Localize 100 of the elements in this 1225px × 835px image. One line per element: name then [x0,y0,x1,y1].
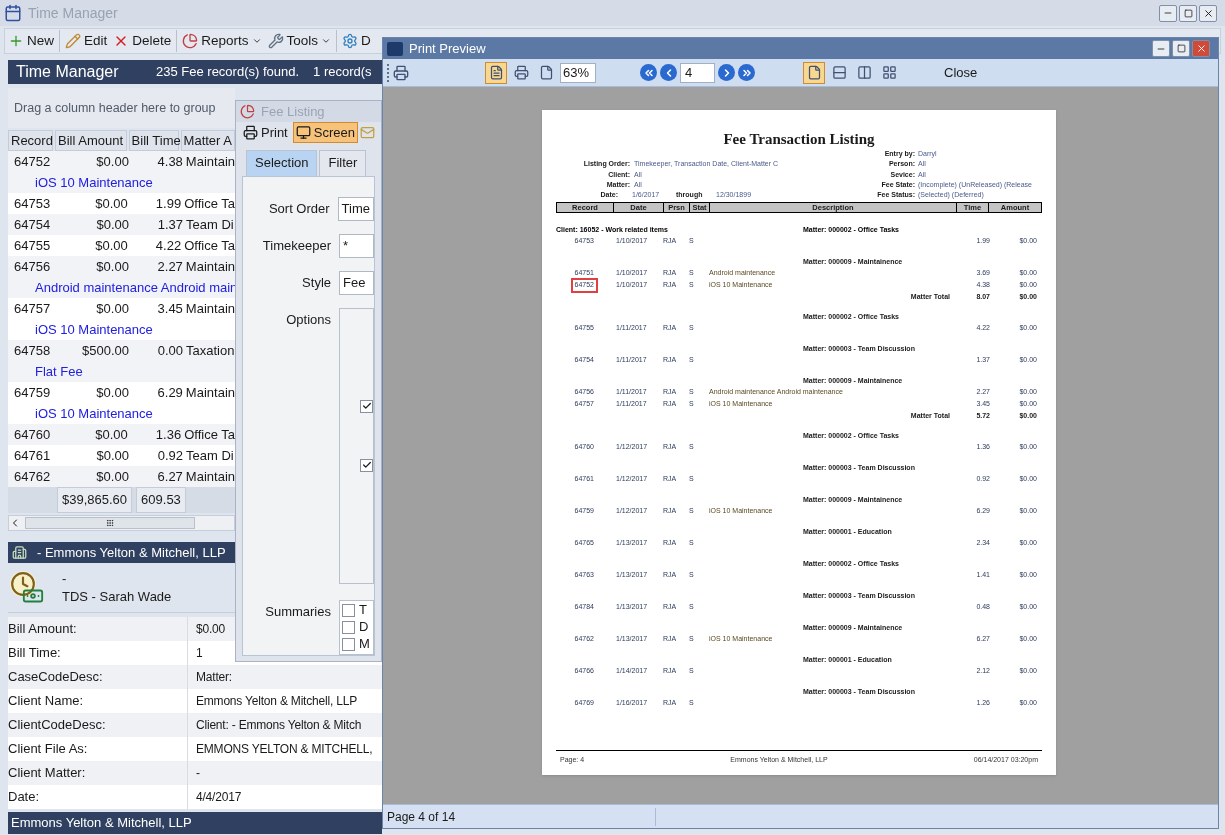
close-icon [1195,43,1207,54]
print-icon[interactable] [393,64,409,81]
table-cell-text: $0.00 [95,467,129,486]
report-title: Fee Transaction Listing [722,130,876,148]
input-field[interactable]: * [339,234,374,259]
tab[interactable]: Filter [319,149,367,176]
grid-row[interactable]: 64758 $500.00 0.00 Taxation Flat Fee [8,340,235,382]
grid-row[interactable]: 64760 $0.00 1.36 Office Ta [8,424,235,445]
input-field[interactable]: Fee [339,271,374,296]
toolbar-button[interactable]: Tools [264,29,335,53]
table-cell-text: Office Ta [183,425,235,444]
close-button[interactable]: Close [934,61,988,84]
grid-row[interactable]: 64762 $0.00 6.27 Maintain [8,466,235,487]
page-icon [538,65,554,80]
caret-icon [321,36,332,46]
view-button[interactable] [485,61,507,84]
zoom-field[interactable]: 63% [560,62,596,83]
checkbox[interactable] [360,458,373,472]
minimize-button[interactable] [1159,4,1177,22]
toolbar-button[interactable]: Screen [292,122,358,144]
checkbox-label: M [359,635,370,654]
table-cell-text: 64761 [13,446,52,465]
property-label: Client Name: [8,692,85,711]
detail-line: - [62,569,68,588]
toolbar-button[interactable]: D [339,29,374,53]
property-label: Client Matter: [8,764,87,783]
table-cell-text: Team Di [185,215,234,234]
checkbox[interactable] [342,637,355,651]
header-title: Time Manager [15,62,120,82]
grid-row[interactable]: 64755 $0.00 4.22 Office Ta [8,235,235,256]
maximize-button[interactable] [1172,40,1190,57]
table-cell-text: 3.45 [156,299,183,318]
last-page-button[interactable] [738,64,755,81]
building-icon [12,545,27,560]
table-cell-text: Team Di [185,446,234,465]
grid-row[interactable]: 64757 $0.00 3.45 Maintain iOS 10 Maintenance [8,298,235,340]
column-header[interactable]: Record [8,130,53,151]
table-cell-text: Maintain [184,467,235,486]
checkbox[interactable] [342,603,355,617]
previous-page-button[interactable] [660,64,677,81]
column-header[interactable]: Matter A [180,130,235,151]
table-cell-text: 4.38 [156,152,183,171]
toolbar-button[interactable]: New [5,29,57,53]
table-cell-text: $500.00 [81,341,129,360]
toolbar-button[interactable]: Print [240,122,291,144]
toolbar-button[interactable]: Reports [179,29,265,53]
table-cell-text: 64754 [13,215,52,234]
property-label: Date: [8,788,41,807]
table-cell-text: $0.00 [95,299,129,318]
table-cell-text: $0.00 [94,194,128,213]
grid-row[interactable]: 64753 $0.00 1.99 Office Ta [8,193,235,214]
group-hint: Drag a column header here to group [14,99,216,117]
maximize-icon [1183,8,1193,18]
property-label: CaseCodeDesc: [8,668,104,687]
grid-icon [881,65,897,80]
grid-row[interactable]: 64761 $0.00 0.92 Team Di [8,445,235,466]
minimize-button[interactable] [1152,40,1170,57]
window-title: Print Preview [409,39,486,58]
column-header[interactable]: Bill Amount [55,130,127,151]
grid-row[interactable]: 64759 $0.00 6.29 Maintain iOS 10 Maintenance [8,382,235,424]
table-cell-text: Maintain [184,152,235,171]
view-button[interactable] [803,61,825,84]
close-button[interactable] [1199,4,1217,22]
toolbar-button[interactable]: Edit [62,29,111,53]
maximize-icon [1176,44,1186,53]
table-cell-text: 6.29 [156,383,183,402]
table-cell-text: $0.00 [95,215,129,234]
table-cell-text: 64760 [13,425,52,444]
checkbox-label: D [359,618,369,637]
close-icon [1202,7,1214,19]
checkbox[interactable] [360,399,373,413]
page-icon [806,65,822,80]
table-cell-text: Maintain [184,383,235,402]
detail-line: TDS - Sarah Wade [62,587,172,606]
first-page-button[interactable] [640,64,657,81]
tab[interactable]: Selection [246,149,318,176]
detail-header: - Emmons Yelton & Mitchell, LLP [8,542,235,563]
app-logo-icon [387,41,403,56]
status-bar: Emmons Yelton & Mitchell, LLP [8,812,382,834]
horizontal-scrollbar[interactable] [8,515,235,531]
toolbar-button[interactable]: Delete [110,29,175,53]
grid-row[interactable]: 64754 $0.00 1.37 Team Di [8,214,235,235]
dialog-title: Fee Listing [261,102,325,121]
checkbox-label: T [359,601,367,620]
printer-icon [513,65,529,80]
window-title: Time Manager [28,3,118,23]
field-label: Summaries [264,602,332,621]
page-field[interactable]: 4 [680,62,715,83]
check-icon [361,460,372,471]
caret-icon [251,36,262,46]
column-header[interactable]: Bill Time [128,130,179,151]
table-cell-text: 64762 [13,467,52,486]
next-page-button[interactable] [718,64,735,81]
input-field[interactable]: Time [337,197,374,222]
record-count: 235 Fee record(s) found. [156,63,300,82]
columns-icon [856,65,872,80]
grid-row[interactable]: 64752 $0.00 4.38 Maintain iOS 10 Maintenance [8,151,235,193]
checkbox[interactable] [342,620,355,634]
table-cell-text: $0.00 [95,257,129,276]
field-label: Timekeeper [261,237,332,256]
